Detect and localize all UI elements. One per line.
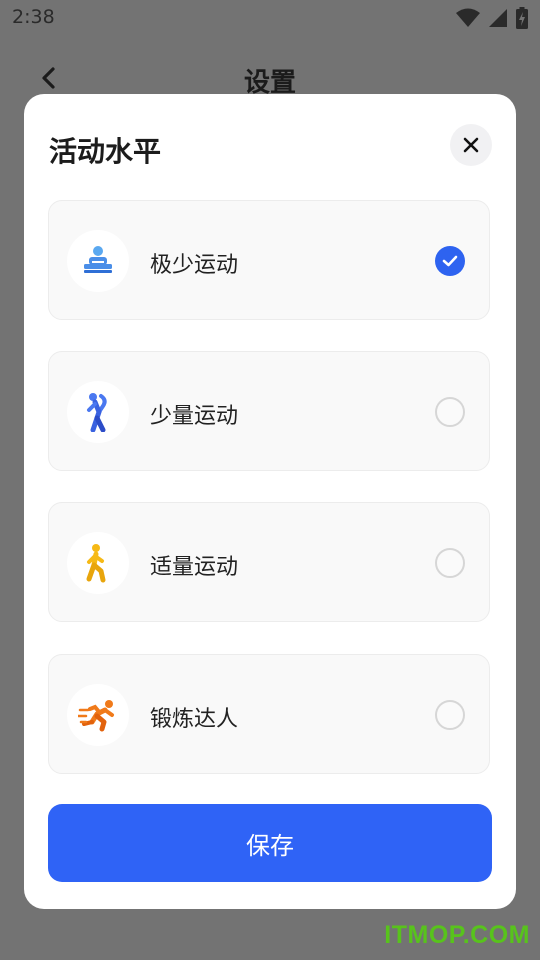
- save-button[interactable]: 保存: [48, 804, 492, 882]
- option-label: 适量运动: [150, 555, 239, 580]
- radio-unchecked[interactable]: [435, 548, 465, 578]
- option-icon-circle: [67, 230, 129, 292]
- stretching-person-icon: [87, 393, 107, 432]
- running-person-icon: [78, 700, 114, 732]
- option-label: 极少运动: [150, 253, 239, 278]
- option-label: 少量运动: [150, 404, 239, 429]
- option-moderate-exercise[interactable]: 适量运动: [48, 502, 490, 622]
- option-icon-circle: [67, 684, 129, 746]
- activity-level-dialog: 活动水平 极少运动 少量运动 适量运动 锻炼达人 保存: [24, 94, 516, 909]
- option-icon-circle: [67, 532, 129, 594]
- option-light-exercise[interactable]: 少量运动: [48, 351, 490, 471]
- status-bar: 2:38: [0, 0, 540, 36]
- radio-unchecked[interactable]: [435, 397, 465, 427]
- option-fitness-expert[interactable]: 锻炼达人: [48, 654, 490, 774]
- cellular-signal-icon: [489, 9, 507, 27]
- option-label: 锻炼达人: [150, 707, 239, 732]
- status-icons: [456, 7, 528, 29]
- close-icon: [463, 137, 479, 153]
- close-button[interactable]: [450, 124, 492, 166]
- dialog-title: 活动水平: [49, 135, 162, 168]
- battery-icon: [516, 7, 528, 29]
- radio-checked[interactable]: [435, 246, 465, 276]
- option-minimal-exercise[interactable]: 极少运动: [48, 200, 490, 320]
- walking-person-icon: [86, 544, 106, 583]
- option-icon-circle: [67, 381, 129, 443]
- check-icon: [442, 255, 458, 267]
- sitting-person-icon: [84, 246, 112, 273]
- radio-unchecked[interactable]: [435, 700, 465, 730]
- wifi-icon: [456, 8, 480, 27]
- watermark: ITMOP.COM: [384, 921, 530, 949]
- status-time: 2:38: [12, 6, 55, 28]
